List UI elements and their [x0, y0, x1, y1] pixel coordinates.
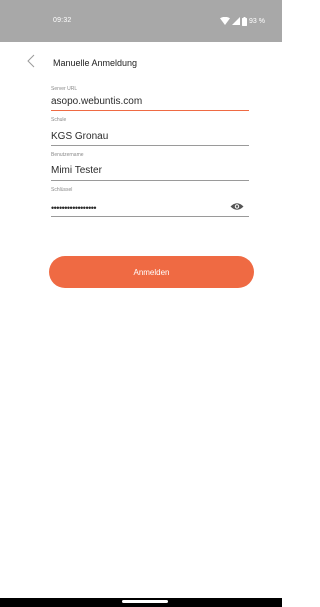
- status-time: 09:32: [53, 17, 72, 24]
- school-input[interactable]: [51, 129, 249, 143]
- username-label: Benutzername: [51, 152, 84, 158]
- home-gesture-handle[interactable]: [122, 600, 168, 603]
- status-icons: 93 %: [220, 16, 265, 26]
- signal-icon: [232, 17, 241, 25]
- school-underline: [51, 145, 249, 146]
- back-button[interactable]: [24, 54, 38, 73]
- eye-icon: [230, 198, 244, 216]
- school-label: Schule: [51, 117, 67, 123]
- battery-percentage: 93 %: [249, 17, 265, 25]
- server-url-label: Server URL: [51, 86, 78, 92]
- battery-icon: [242, 16, 248, 26]
- key-input[interactable]: •••••••••••••••••: [51, 203, 231, 213]
- server-url-input[interactable]: [51, 94, 249, 108]
- page-title: Manuelle Anmeldung: [53, 58, 138, 68]
- toggle-password-visibility-button[interactable]: [229, 201, 245, 213]
- navigation-bar: [0, 598, 282, 607]
- chevron-left-icon: [27, 54, 35, 73]
- login-button[interactable]: Anmelden: [49, 256, 254, 288]
- key-label: Schlüssel: [51, 187, 73, 193]
- key-underline: [51, 216, 249, 217]
- status-bar: 09:32 93 %: [0, 0, 282, 42]
- wifi-icon: [220, 17, 231, 25]
- server-url-underline: [51, 110, 249, 111]
- username-input[interactable]: [51, 163, 249, 177]
- username-underline: [51, 180, 249, 181]
